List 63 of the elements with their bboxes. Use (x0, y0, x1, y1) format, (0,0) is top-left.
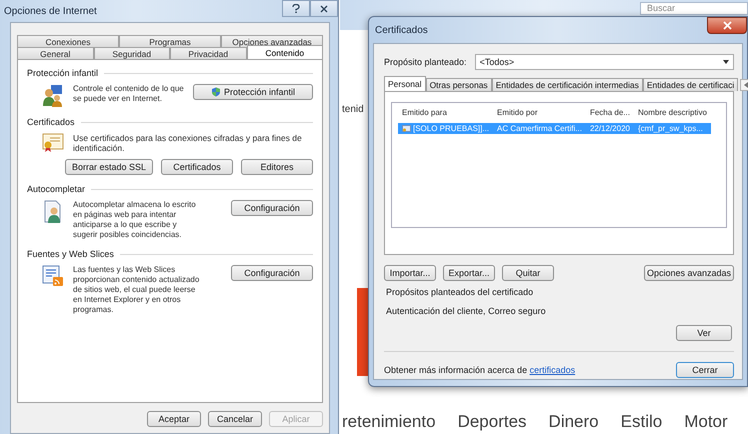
tab[interactable]: Contenido (246, 45, 323, 60)
tab[interactable]: General (17, 47, 94, 59)
group-title: Autocompletar (27, 184, 86, 194)
button[interactable]: Borrar estado SSL (65, 159, 154, 175)
tab[interactable]: Entidades de certificaci (642, 78, 738, 91)
button[interactable]: Importar... (384, 265, 436, 281)
column-header[interactable]: Emitido por (493, 105, 586, 120)
button[interactable]: Quitar (502, 265, 554, 281)
certificate-icon (42, 133, 64, 153)
button[interactable]: Editores (241, 159, 314, 175)
nav-link[interactable]: Motor (684, 412, 728, 432)
button[interactable]: Cancelar (208, 411, 262, 427)
page-text: tenid (342, 104, 364, 115)
tab[interactable]: Seguridad (94, 47, 170, 59)
description-text: Autocompletar almacena lo escrito en páginas web para intentar anticiparse a lo que escribe y sugerir posibles coincidencias. (73, 200, 197, 240)
link[interactable]: certificados (530, 365, 576, 375)
button[interactable]: Configuración (231, 200, 313, 216)
column-header[interactable]: Nombre descriptivo (634, 105, 711, 120)
window-title: Opciones de Internet (4, 6, 98, 16)
feed-list-icon (42, 265, 64, 287)
nav-link[interactable]: Deportes (458, 412, 527, 432)
shield-icon (210, 87, 221, 97)
column-header[interactable]: Emitido para (398, 105, 494, 120)
caret-icon (723, 60, 729, 64)
close-button[interactable] (707, 17, 747, 34)
close-icon[interactable] (310, 0, 338, 17)
button[interactable]: Configuración (231, 265, 313, 281)
nav-link[interactable]: Dinero (548, 412, 599, 432)
group-title: Protección infantil (27, 68, 98, 78)
scroll-left-icon[interactable] (740, 79, 748, 91)
group-title: Fuentes y Web Slices (27, 249, 114, 259)
search-field[interactable]: Buscar (640, 2, 748, 15)
button[interactable]: Exportar... (443, 265, 495, 281)
button[interactable]: Protección infantil (193, 84, 313, 100)
info-text: Obtener más información acerca de certificados (384, 365, 576, 375)
window-title: Certificados (375, 24, 429, 36)
tab[interactable]: Privacidad (170, 47, 246, 59)
description-text: Controle el contenido de lo que se puede ver en Internet. (73, 84, 185, 105)
button[interactable]: Ver (676, 325, 732, 341)
description-text: Use certificados para las conexiones cifradas y para fines de identificación. (73, 133, 303, 153)
help-icon[interactable] (282, 0, 310, 17)
column-header[interactable]: Fecha de... (586, 105, 634, 120)
group-title: Certificados (27, 117, 75, 127)
button[interactable]: Aceptar (147, 411, 201, 427)
close-icon (722, 21, 732, 30)
field-label: Propósito planteado: (384, 57, 467, 67)
button[interactable]: Certificados (161, 159, 234, 175)
tab[interactable]: Entidades de certificación intermedias (492, 78, 643, 91)
purpose-dropdown[interactable]: <Todos> (474, 54, 734, 70)
person-document-icon (43, 200, 63, 224)
group-title: Propósitos planteados del certificado (386, 287, 534, 297)
button[interactable]: Opciones avanzadas (644, 265, 734, 281)
purposes-text: Autenticación del cliente, Correo seguro (386, 306, 547, 316)
tab[interactable]: Conexiones (17, 35, 119, 47)
description-text: Las fuentes y las Web Slices proporcionan contenido actualizado de sitios web, el cual puede leerse en Internet Explorer y en otros programas. (73, 265, 200, 315)
tab[interactable]: Programas (119, 35, 221, 47)
family-icon (42, 84, 64, 108)
nav-link[interactable]: Estilo (620, 412, 662, 432)
certificate-icon (402, 124, 411, 133)
tab[interactable]: Personal (384, 76, 426, 91)
button[interactable]: Cerrar (676, 362, 734, 378)
nav-link[interactable]: retenimiento (342, 412, 436, 432)
tab[interactable]: Otras personas (426, 78, 492, 91)
